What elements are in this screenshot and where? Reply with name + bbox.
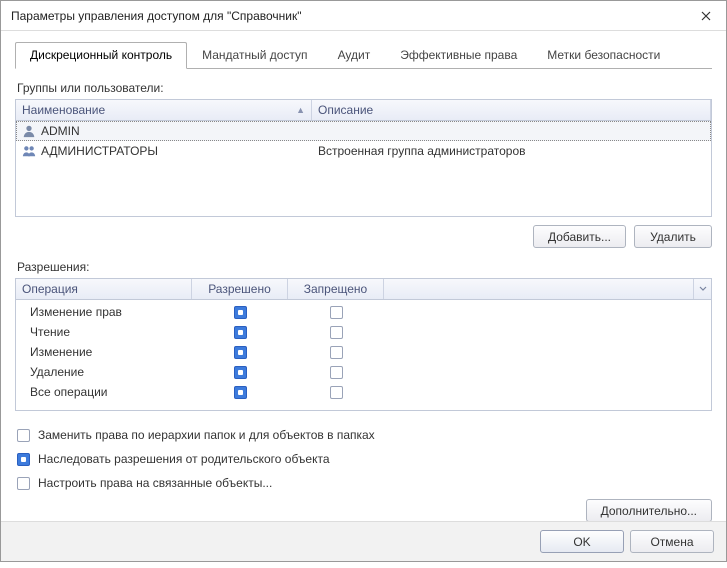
perm-op: Удаление [16, 365, 192, 379]
groups-header-name[interactable]: Наименование ▲ [16, 100, 312, 120]
perm-allow-checkbox[interactable] [234, 346, 247, 359]
tab-audit[interactable]: Аудит [323, 42, 386, 69]
user-icon [22, 124, 36, 138]
permissions-header: Операция Разрешено Запрещено [15, 278, 712, 300]
dialog-footer: OK Отмена [1, 521, 726, 561]
window-title: Параметры управления доступом для "Справ… [11, 9, 302, 23]
groups-cell-name: АДМИНИСТРАТОРЫ [41, 144, 158, 158]
perm-row: Все операции [16, 382, 711, 402]
groups-row[interactable]: ADMIN [16, 121, 711, 141]
perm-header-op[interactable]: Операция [16, 279, 192, 299]
perm-op: Изменение [16, 345, 192, 359]
groups-header-name-text: Наименование [22, 103, 105, 117]
add-button[interactable]: Добавить... [533, 225, 626, 248]
inherit-label: Наследовать разрешения от родительского … [38, 452, 330, 466]
perm-op: Чтение [16, 325, 192, 339]
perm-header-allow[interactable]: Разрешено [192, 279, 288, 299]
groups-grid[interactable]: ADMIN АДМИНИСТРАТОРЫ Встроенная группа а… [15, 121, 712, 217]
sort-asc-icon: ▲ [296, 105, 305, 115]
perm-row: Изменение прав [16, 302, 711, 322]
chevron-down-icon [699, 285, 707, 293]
perm-allow-checkbox[interactable] [234, 306, 247, 319]
perm-allow-checkbox[interactable] [234, 326, 247, 339]
perm-deny-checkbox[interactable] [330, 366, 343, 379]
remove-button[interactable]: Удалить [634, 225, 712, 248]
configure-label: Настроить права на связанные объекты... [38, 476, 272, 490]
permissions-label: Разрешения: [17, 260, 712, 274]
tab-effective[interactable]: Эффективные права [385, 42, 532, 69]
close-button[interactable] [686, 1, 726, 30]
permissions-grid: Изменение прав Чтение Изменение Удаление… [15, 300, 712, 411]
group-icon [22, 144, 36, 158]
tab-labels[interactable]: Метки безопасности [532, 42, 675, 69]
perm-row: Удаление [16, 362, 711, 382]
perm-op: Изменение прав [16, 305, 192, 319]
perm-header-options[interactable] [693, 279, 711, 299]
perm-deny-checkbox[interactable] [330, 306, 343, 319]
tab-discretionary[interactable]: Дискреционный контроль [15, 42, 187, 69]
perm-row: Чтение [16, 322, 711, 342]
advanced-button[interactable]: Дополнительно... [586, 499, 712, 522]
configure-checkbox[interactable] [17, 477, 30, 490]
cancel-button[interactable]: Отмена [630, 530, 714, 553]
perm-header-deny[interactable]: Запрещено [288, 279, 384, 299]
perm-deny-checkbox[interactable] [330, 326, 343, 339]
close-icon [701, 11, 711, 21]
ok-button[interactable]: OK [540, 530, 624, 553]
groups-row[interactable]: АДМИНИСТРАТОРЫ Встроенная группа админис… [16, 141, 711, 161]
groups-cell-desc: Встроенная группа администраторов [318, 144, 526, 158]
tab-mandatory[interactable]: Мандатный доступ [187, 42, 322, 69]
perm-deny-checkbox[interactable] [330, 386, 343, 399]
tab-bar: Дискреционный контроль Мандатный доступ … [15, 41, 712, 69]
perm-row: Изменение [16, 342, 711, 362]
inherit-checkbox[interactable] [17, 453, 30, 466]
perm-deny-checkbox[interactable] [330, 346, 343, 359]
perm-allow-checkbox[interactable] [234, 366, 247, 379]
perm-allow-checkbox[interactable] [234, 386, 247, 399]
perm-op: Все операции [16, 385, 192, 399]
groups-header-desc[interactable]: Описание [312, 100, 711, 120]
replace-label: Заменить права по иерархии папок и для о… [38, 428, 375, 442]
replace-checkbox[interactable] [17, 429, 30, 442]
groups-cell-name: ADMIN [41, 124, 80, 138]
groups-label: Группы или пользователи: [17, 81, 712, 95]
groups-header: Наименование ▲ Описание [15, 99, 712, 121]
